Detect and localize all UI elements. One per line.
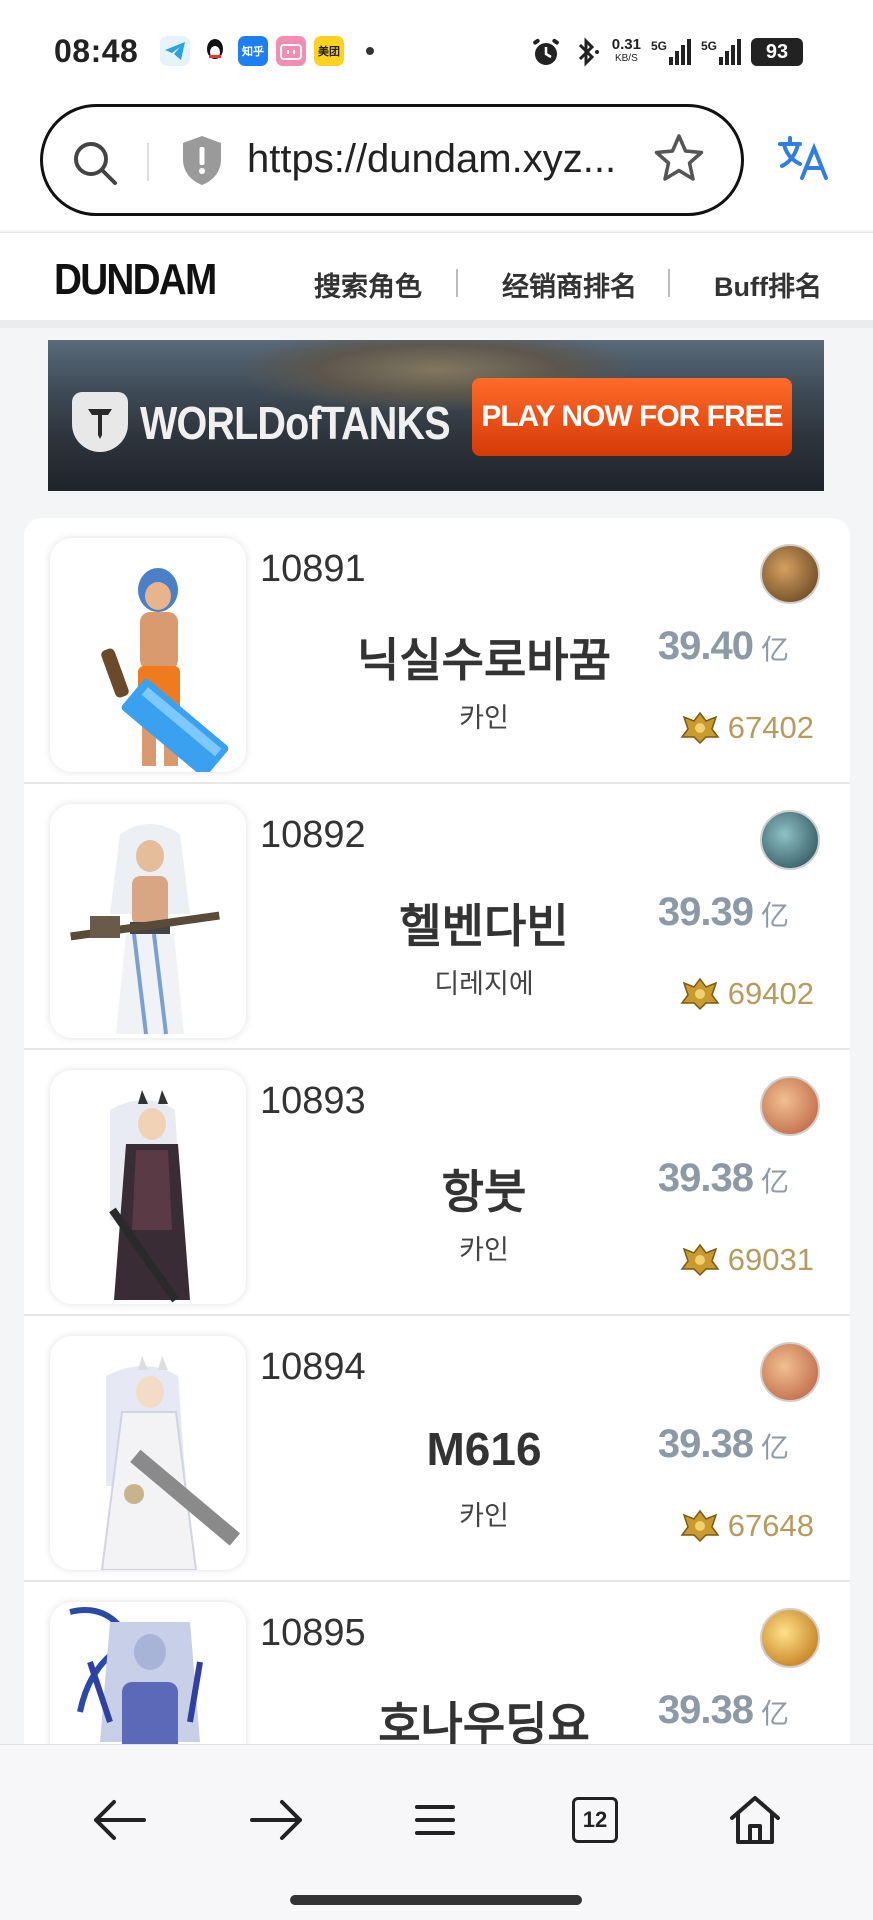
- battery-indicator: 93: [751, 38, 803, 66]
- browser-bottom-bar: 12: [0, 1744, 873, 1920]
- character-avatar[interactable]: [50, 804, 246, 1038]
- network-speed: 0.31 KB/S: [611, 36, 641, 64]
- character-avatar[interactable]: [50, 1602, 246, 1744]
- signal-icon-2: 5G: [701, 39, 741, 65]
- site-logo[interactable]: DUNDAM: [54, 255, 217, 305]
- ranking-card[interactable]: 10892 헬벤다빈 디레지에 39.39 亿 69402: [24, 784, 850, 1050]
- ad-banner[interactable]: WORLDofTANKS PLAY NOW FOR FREE: [48, 340, 824, 491]
- system-status: 0.31 KB/S 5G 5G 93: [530, 30, 803, 74]
- fame-emblem-icon: [680, 1243, 720, 1277]
- home-icon: [730, 1796, 780, 1844]
- server-name: 카인: [459, 1501, 509, 1531]
- nav-divider: [668, 269, 670, 297]
- fame-emblem-icon: [680, 1509, 720, 1543]
- banner-title: WORLDofTANKS: [140, 397, 451, 449]
- damage-score: 39.40 亿: [657, 624, 789, 668]
- translate-icon[interactable]: [776, 134, 830, 192]
- bookmark-star-icon[interactable]: [651, 131, 707, 187]
- signal-icon-1: 5G: [651, 39, 691, 65]
- home-button[interactable]: [720, 1787, 790, 1853]
- qq-icon: [200, 36, 230, 66]
- play-now-button[interactable]: PLAY NOW FOR FREE: [472, 378, 792, 456]
- rank-number: 10895: [260, 1612, 366, 1654]
- character-name[interactable]: 닉실수로바꿈: [274, 624, 694, 690]
- server-name: 디레지에: [434, 969, 534, 999]
- address-separator: [147, 143, 149, 181]
- ranking-card[interactable]: 10893 항붓 카인 39.38 亿 69031: [24, 1050, 850, 1316]
- rank-number: 10893: [260, 1080, 366, 1122]
- address-bar[interactable]: https://dundam.xyz...: [40, 104, 744, 216]
- zhihu-icon: 知乎: [238, 36, 268, 66]
- blade-class-icon: [760, 1076, 820, 1136]
- fame-emblem-icon: [680, 977, 720, 1011]
- character-avatar[interactable]: [50, 538, 246, 772]
- flame-sword-class-icon: [760, 1608, 820, 1668]
- hamburger-menu-icon: [415, 1805, 455, 1835]
- spear-class-icon: [760, 810, 820, 870]
- arrow-right-icon: [250, 1800, 302, 1840]
- meituan-icon: 美团: [314, 36, 344, 66]
- bilibili-icon: [276, 36, 306, 66]
- tab-count: 12: [572, 1797, 618, 1843]
- nav-link-search-character[interactable]: 搜索角色: [314, 265, 422, 304]
- character-name[interactable]: 헬벤다빈: [274, 890, 694, 956]
- telegram-icon: [160, 36, 190, 66]
- ranking-list: 10891 닉실수로바꿈 카인 39.40亿 67402 10892 헬벤다빈: [24, 518, 850, 1744]
- forward-button[interactable]: [242, 1787, 312, 1853]
- rank-number: 10892: [260, 814, 366, 856]
- rank-number: 10891: [260, 548, 366, 590]
- damage-score: 39.38 亿: [657, 1422, 789, 1466]
- fame-value: 69402: [680, 976, 814, 1012]
- ranking-card[interactable]: 10895 호나우딩요 39.38 亿: [24, 1582, 850, 1744]
- fame-value: 67402: [680, 710, 814, 746]
- sword-class-icon: [760, 544, 820, 604]
- ranking-card[interactable]: 10891 닉실수로바꿈 카인 39.40 亿 67402: [24, 518, 850, 784]
- character-name[interactable]: 항붓: [274, 1156, 694, 1222]
- rank-number: 10894: [260, 1346, 366, 1388]
- site-navigation: DUNDAM 搜索角色 经销商排名 Buff排名: [0, 232, 873, 328]
- fame-emblem-icon: [680, 711, 720, 745]
- damage-score: 39.38 亿: [657, 1156, 789, 1200]
- wot-emblem-icon: [72, 392, 128, 452]
- ranking-card[interactable]: 10894 M616 카인 39.38 亿 67648: [24, 1316, 850, 1582]
- browser-toolbar: https://dundam.xyz...: [0, 100, 873, 230]
- server-name: 카인: [459, 703, 509, 733]
- bluetooth-icon: [578, 37, 599, 67]
- menu-button[interactable]: [400, 1787, 470, 1853]
- shield-icon[interactable]: [179, 133, 225, 187]
- nav-divider: [456, 269, 458, 297]
- tabs-button[interactable]: 12: [560, 1787, 630, 1853]
- url-text[interactable]: https://dundam.xyz...: [247, 137, 616, 182]
- fame-value: 67648: [680, 1508, 814, 1544]
- back-button[interactable]: [84, 1787, 154, 1853]
- fame-value: 69031: [680, 1242, 814, 1278]
- character-avatar[interactable]: [50, 1070, 246, 1304]
- character-avatar[interactable]: [50, 1336, 246, 1570]
- damage-score: 39.39 亿: [657, 890, 789, 934]
- gesture-home-indicator[interactable]: [290, 1895, 582, 1905]
- arrow-left-icon: [94, 1800, 146, 1840]
- character-name[interactable]: M616: [274, 1422, 694, 1476]
- alarm-icon: [532, 38, 559, 65]
- nav-link-buff-ranking[interactable]: Buff排名: [714, 265, 822, 304]
- character-name[interactable]: 호나우딩요: [274, 1688, 694, 1744]
- clock: 08:48: [54, 33, 139, 69]
- nav-link-dealer-ranking[interactable]: 经销商排名: [502, 265, 637, 304]
- blade-class-icon: [760, 1342, 820, 1402]
- search-icon[interactable]: [69, 137, 121, 189]
- status-bar: 08:48 知乎 美团 0.31 KB/S 5G 5G 93: [0, 0, 873, 100]
- server-name: 카인: [459, 1235, 509, 1265]
- damage-score: 39.38 亿: [657, 1688, 789, 1732]
- more-notifications-dot: [366, 47, 374, 55]
